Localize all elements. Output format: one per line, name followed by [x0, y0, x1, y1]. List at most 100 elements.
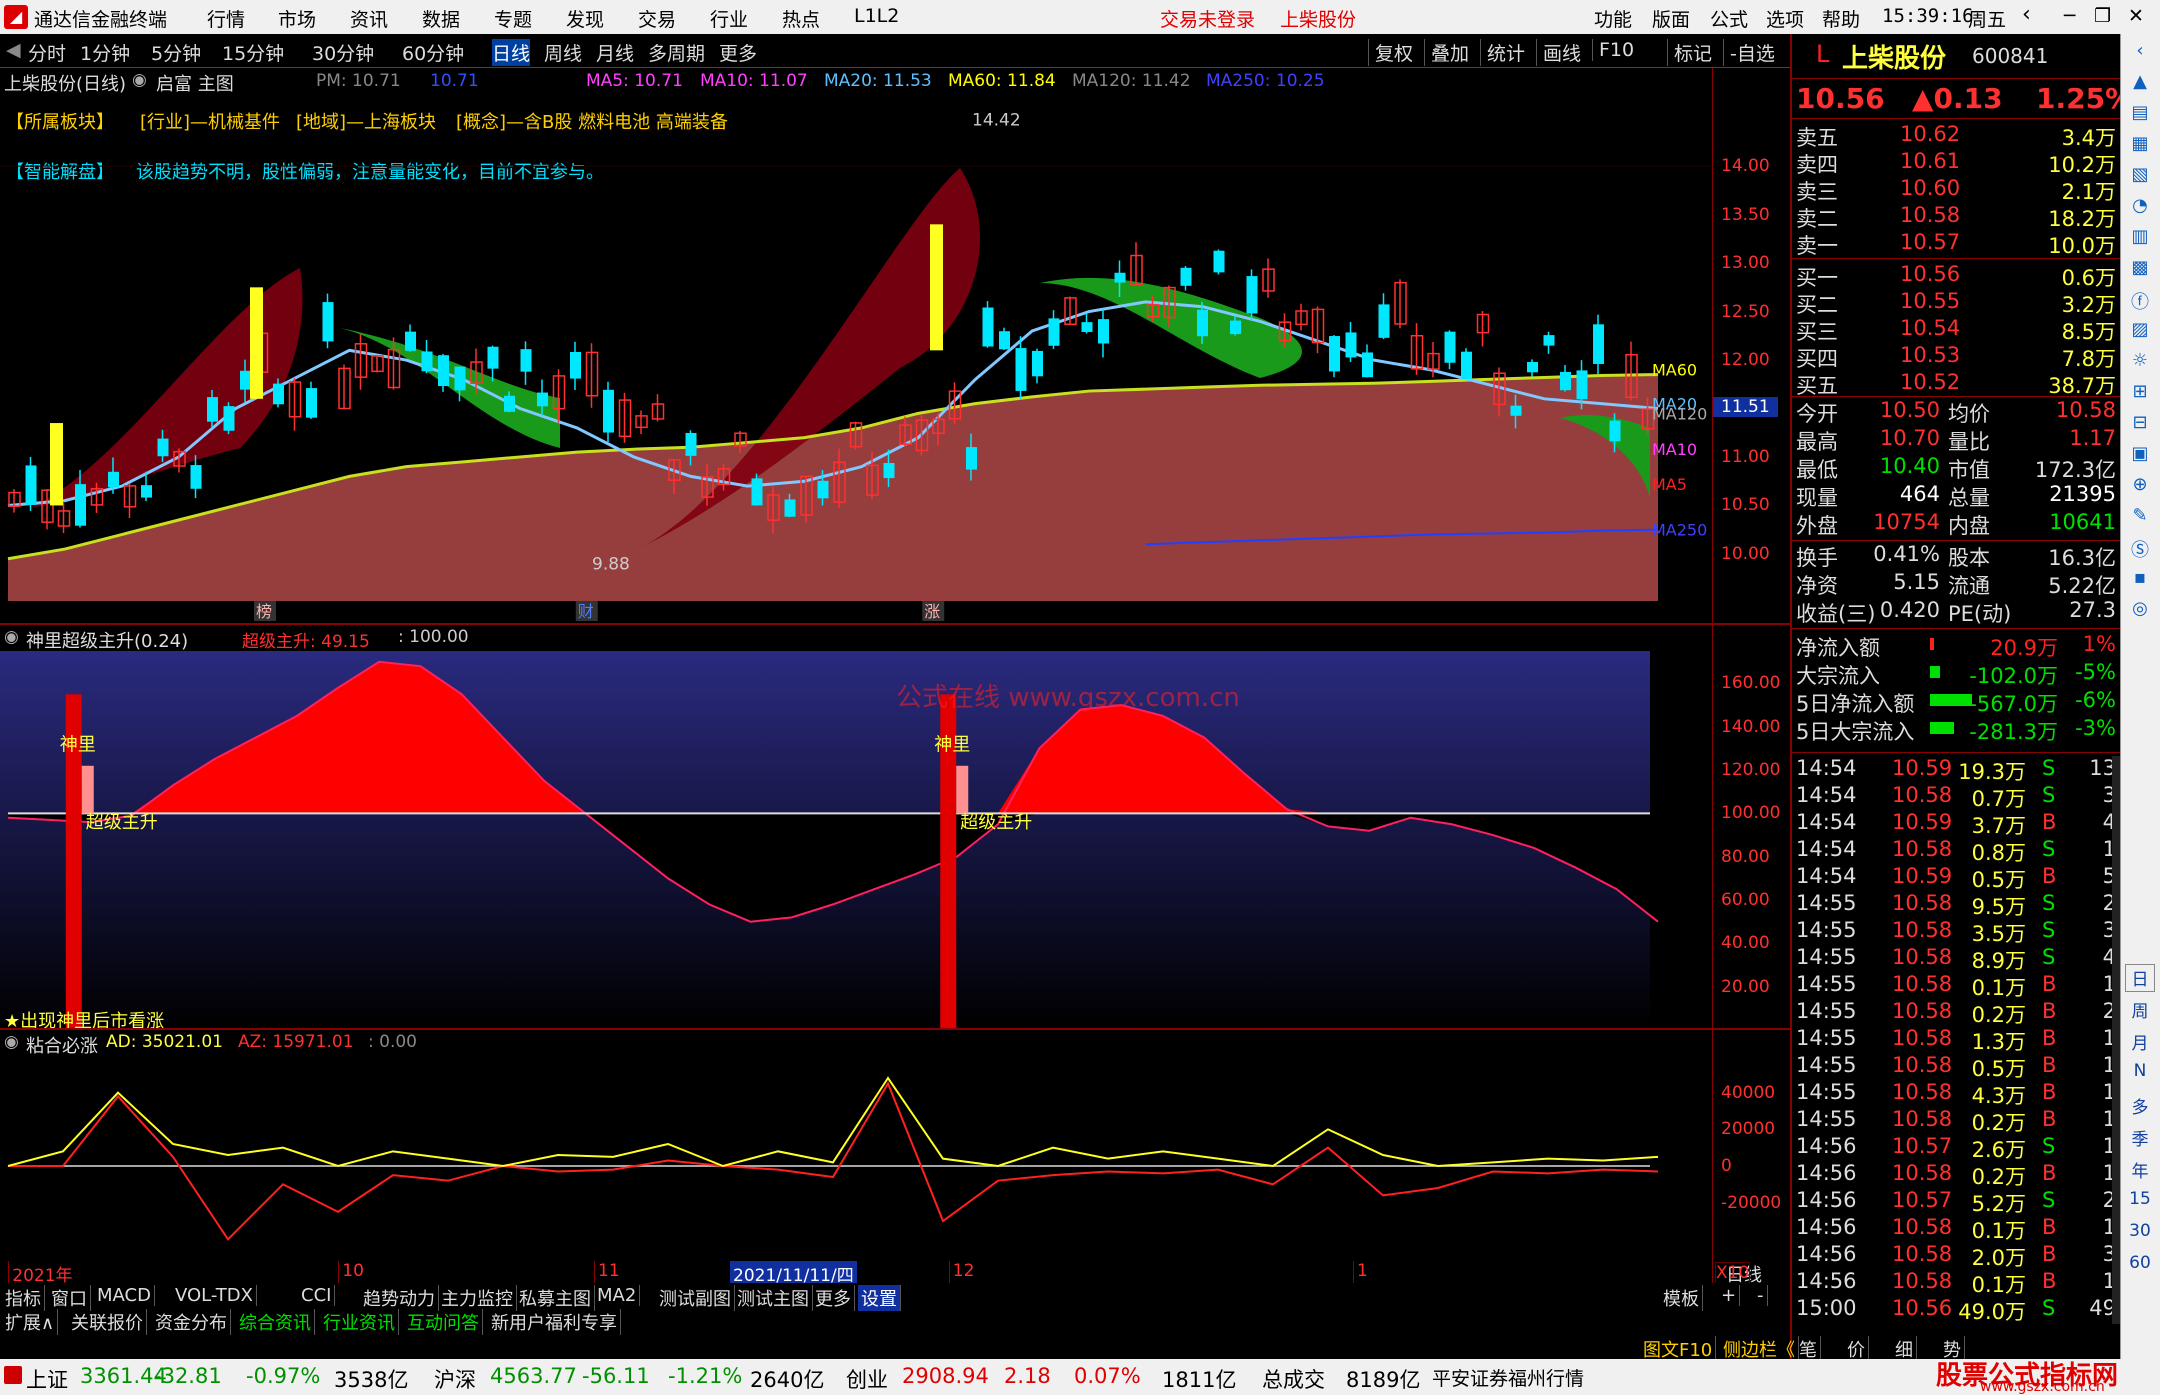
toolbar-btn-2[interactable]: 统计 — [1480, 39, 1525, 66]
period-tool-0[interactable]: 日 — [2125, 964, 2155, 992]
menu-zhuanti[interactable]: 专题 — [494, 5, 532, 32]
bottom-tab2-4[interactable]: 行业资讯 — [320, 1309, 399, 1335]
template-btn-0[interactable]: 模板 — [1660, 1285, 1703, 1311]
tool-icon-2[interactable]: ▤ — [2125, 102, 2155, 128]
bottom-tab-6[interactable]: 主力监控 — [438, 1285, 517, 1311]
period-tool-6[interactable]: 年 — [2125, 1156, 2155, 1184]
bottom-tab-0[interactable]: 指标 — [2, 1285, 45, 1311]
period-tool-7[interactable]: 15 — [2125, 1188, 2155, 1216]
tool-icon-14[interactable]: ⊕ — [2125, 474, 2155, 500]
bid-row-2[interactable]: 买三 10.54 8.5万 — [1792, 316, 2122, 344]
main-kline-chart[interactable]: 上柴股份(日线) ◉ 启富 主图 PM: 10.71 10.71 MA5: 10… — [0, 68, 1790, 623]
collapse-icon[interactable]: ◀ — [6, 39, 21, 61]
period-8[interactable]: 月线 — [596, 39, 634, 66]
indicator-shenli-panel[interactable]: ◉ 神里超级主升(0.24) 超级主升: 49.15 : 100.00 神里 超级… — [0, 623, 1790, 1032]
tool-icon-9[interactable]: ▨ — [2125, 319, 2155, 345]
ind1-settings-icon[interactable]: ◉ — [4, 627, 19, 647]
tool-icon-6[interactable]: ▥ — [2125, 226, 2155, 252]
menu-gongneng[interactable]: 功能 — [1594, 5, 1632, 32]
period-tool-4[interactable]: 多 — [2125, 1092, 2155, 1120]
bottom-tab-3[interactable]: VOL-TDX — [172, 1285, 257, 1306]
period-6[interactable]: 日线 — [492, 39, 531, 66]
menu-hangqing[interactable]: 行情 — [207, 5, 245, 32]
bid-row-1[interactable]: 买二 10.55 3.2万 — [1792, 289, 2122, 317]
bottom-tab-10[interactable]: 测试主图 — [734, 1285, 813, 1311]
tool-icon-4[interactable]: ▧ — [2125, 164, 2155, 190]
menu-l1l2[interactable]: L1L2 — [854, 5, 899, 27]
period-tool-9[interactable]: 60 — [2125, 1252, 2155, 1280]
menu-redian[interactable]: 热点 — [782, 5, 820, 32]
menu-faxian[interactable]: 发现 — [566, 5, 604, 32]
menu-zixun[interactable]: 资讯 — [350, 5, 388, 32]
bottom-tab2-2[interactable]: 资金分布 — [152, 1309, 231, 1335]
menu-banmian[interactable]: 版面 — [1652, 5, 1690, 32]
template-btn-2[interactable]: - — [1754, 1285, 1768, 1306]
back-icon[interactable]: ‹ — [2022, 2, 2031, 27]
template-btn-1[interactable]: + — [1718, 1285, 1741, 1306]
toolbar-btn-6[interactable]: -自选 — [1723, 39, 1775, 66]
tool-icon-12[interactable]: ⊟ — [2125, 412, 2155, 438]
flow-row-1[interactable]: 大宗流入 -102.0万 -5% — [1792, 660, 2122, 688]
bid-row-3[interactable]: 买四 10.53 7.8万 — [1792, 343, 2122, 371]
index-name-0[interactable]: 上证 — [26, 1364, 68, 1394]
tool-icon-11[interactable]: ⊞ — [2125, 381, 2155, 407]
tool-icon-8[interactable]: ⓕ — [2125, 288, 2155, 314]
bottom-tab-9[interactable]: 测试副图 — [656, 1285, 735, 1311]
bottom-tab2-5[interactable]: 互动问答 — [404, 1309, 483, 1335]
flow-row-0[interactable]: 净流入额 20.9万 1% — [1792, 632, 2122, 660]
tool-icon-7[interactable]: ▩ — [2125, 257, 2155, 283]
flow-row-3[interactable]: 5日大宗流入 -281.3万 -3% — [1792, 716, 2122, 744]
kline-plot[interactable]: 14.429.88榜财涨MA60MA20MA120MA10MA5MA250 — [0, 68, 1712, 623]
tool-icon-5[interactable]: ◔ — [2125, 195, 2155, 221]
period-4[interactable]: 30分钟 — [312, 39, 374, 66]
tool-icon-16[interactable]: Ⓢ — [2125, 536, 2155, 562]
tool-icon-13[interactable]: ▣ — [2125, 443, 2155, 469]
bottom-tab-5[interactable]: 趋势动力 — [360, 1285, 439, 1311]
toolbar-btn-4[interactable]: F10 — [1592, 39, 1634, 61]
period-tool-5[interactable]: 季 — [2125, 1124, 2155, 1152]
period-tool-1[interactable]: 周 — [2125, 996, 2155, 1024]
bottom-tab-2[interactable]: MACD — [94, 1285, 155, 1306]
period-0[interactable]: 分时 — [28, 39, 66, 66]
ind1-plot[interactable]: 神里超级主升 神里超级主升 — [0, 651, 1712, 1030]
ind2-plot[interactable] — [0, 1056, 1712, 1256]
menu-bangzhu[interactable]: 帮助 — [1822, 5, 1860, 32]
ask-row-0[interactable]: 卖五 10.62 3.4万 — [1792, 122, 2122, 150]
tool-icon-0[interactable]: ‹ — [2125, 40, 2155, 66]
period-tool-8[interactable]: 30 — [2125, 1220, 2155, 1248]
restore-icon[interactable]: ❐ — [2094, 5, 2111, 27]
ask-row-3[interactable]: 卖二 10.58 18.2万 — [1792, 203, 2122, 231]
menu-jiaoyi[interactable]: 交易 — [638, 5, 676, 32]
bottom-tab2-1[interactable]: 关联报价 — [68, 1309, 147, 1335]
bottom-tab2-0[interactable]: 扩展∧ — [2, 1309, 59, 1335]
menu-shuju[interactable]: 数据 — [422, 5, 460, 32]
index-name-1[interactable]: 沪深 — [434, 1364, 476, 1394]
menu-gongshi[interactable]: 公式 — [1710, 5, 1748, 32]
period-1[interactable]: 1分钟 — [80, 39, 130, 66]
tool-icon-18[interactable]: ◎ — [2125, 598, 2155, 624]
period-tool-3[interactable]: N — [2125, 1060, 2155, 1088]
tool-icon-10[interactable]: ☼ — [2125, 350, 2155, 376]
bid-row-4[interactable]: 买五 10.52 38.7万 — [1792, 370, 2122, 398]
bid-row-0[interactable]: 买一 10.56 0.6万 — [1792, 262, 2122, 290]
period-2[interactable]: 5分钟 — [151, 39, 201, 66]
ask-row-2[interactable]: 卖三 10.60 2.1万 — [1792, 176, 2122, 204]
bottom-tab2-3[interactable]: 综合资讯 — [236, 1309, 315, 1335]
period-10[interactable]: 更多 — [719, 39, 757, 66]
tool-icon-15[interactable]: ✎ — [2125, 505, 2155, 531]
period-3[interactable]: 15分钟 — [222, 39, 284, 66]
bottom-tab-7[interactable]: 私募主图 — [516, 1285, 595, 1311]
tick-scrollbar[interactable] — [2112, 756, 2120, 1324]
toolbar-btn-5[interactable]: 标记 — [1667, 39, 1712, 66]
bottom-tab-1[interactable]: 窗口 — [48, 1285, 91, 1311]
tool-icon-3[interactable]: ▦ — [2125, 133, 2155, 159]
menu-shichang[interactable]: 市场 — [278, 5, 316, 32]
period-5[interactable]: 60分钟 — [402, 39, 464, 66]
minimize-icon[interactable]: ─ — [2064, 5, 2075, 27]
indicator-nianhe-panel[interactable]: ◉ 粘合必涨 AD: 35021.01 AZ: 15971.01 : 0.00 … — [0, 1028, 1790, 1286]
toolbar-btn-3[interactable]: 画线 — [1536, 39, 1581, 66]
period-9[interactable]: 多周期 — [648, 39, 705, 66]
bottom-tab2-6[interactable]: 新用户福利专享 — [488, 1309, 621, 1335]
tool-icon-17[interactable]: ▪ — [2125, 567, 2155, 593]
bottom-tab-8[interactable]: MA2 — [594, 1285, 641, 1306]
